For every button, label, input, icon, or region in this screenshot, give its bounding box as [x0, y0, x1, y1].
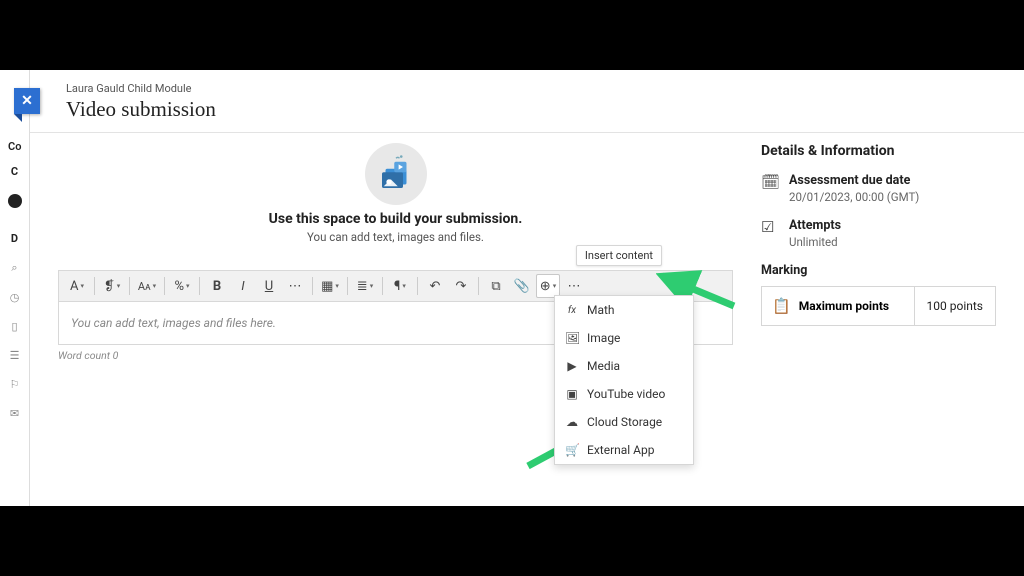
redo-button[interactable]: ↷ [449, 274, 473, 298]
hero-heading: Use this space to build your submission. [58, 211, 733, 227]
insert-content-menu: fx Math 🖼 Image ▶ Media ▣ YouTube video ☁ Clo… [554, 295, 694, 465]
attempts-value: Unlimited [789, 235, 841, 249]
youtube-icon: ▣ [565, 387, 579, 401]
font-button[interactable]: Aᴀ [135, 274, 159, 298]
toolbar-separator [199, 277, 200, 295]
text-style-button[interactable]: A [65, 274, 89, 298]
due-date-label: Assessment due date [789, 173, 919, 188]
menu-item-cloud[interactable]: ☁ Cloud Storage [555, 408, 693, 436]
avatar-dot [8, 194, 22, 208]
rich-text-editor: Insert content A ❡ Aᴀ % B I U ⋯ [58, 270, 733, 345]
table-button[interactable]: ▦ [318, 274, 342, 298]
toolbar-separator [312, 277, 313, 295]
bold-button[interactable]: B [205, 274, 229, 298]
italic-button[interactable]: I [231, 274, 255, 298]
menu-label: Media [587, 359, 620, 373]
paragraph-format-button[interactable]: ❡ [100, 274, 124, 298]
toolbar-separator [94, 277, 95, 295]
align-button[interactable]: ¶ [388, 274, 412, 298]
font-size-button[interactable]: % [170, 274, 194, 298]
app-shell: Co C D ⌕ ◷ ▯ ☰ ⚐ ✉ ✕ Laura Gauld Child M… [0, 70, 1024, 506]
details-sidebar: Details & Information 🗓 Assessment due d… [761, 143, 996, 362]
hero-illustration [58, 143, 733, 205]
menu-item-math[interactable]: fx Math [555, 296, 693, 324]
marking-box: 📋 Maximum points 100 points [761, 286, 996, 326]
letterbox-top [0, 0, 1024, 70]
due-date-row: 🗓 Assessment due date 20/01/2023, 00:00 … [761, 173, 996, 204]
bg-tab: Co [8, 140, 21, 153]
search-icon: ⌕ [0, 261, 29, 275]
menu-item-image[interactable]: 🖼 Image [555, 324, 693, 352]
breadcrumb: Laura Gauld Child Module [66, 82, 1024, 95]
bg-section: D [0, 232, 29, 245]
editor-placeholder: You can add text, images and files here. [71, 316, 276, 330]
panel-header: Laura Gauld Child Module Video submissio… [30, 70, 1024, 133]
due-date-value: 20/01/2023, 00:00 (GMT) [789, 190, 919, 204]
list-icon: ☰ [0, 349, 29, 362]
cart-icon: 🛒 [565, 443, 579, 457]
undo-button[interactable]: ↶ [423, 274, 447, 298]
hero-sub: You can add text, images and files. [58, 230, 733, 244]
toolbar-separator [478, 277, 479, 295]
image-icon: 🖼 [565, 331, 579, 345]
toolbar-separator [417, 277, 418, 295]
cloud-icon: ☁ [565, 415, 579, 429]
media-icon: ▶ [565, 359, 579, 373]
menu-label: Cloud Storage [587, 415, 662, 429]
menu-label: YouTube video [587, 387, 665, 401]
sidebar-title: Details & Information [761, 143, 996, 159]
hero-text: Use this space to build your submission.… [58, 211, 733, 244]
math-icon: fx [565, 305, 579, 316]
insert-content-tooltip: Insert content [576, 245, 662, 266]
attempts-row: ☑ Attempts Unlimited [761, 218, 996, 249]
link-button[interactable]: ⧉ [484, 274, 508, 298]
background-sidebar: Co C D ⌕ ◷ ▯ ☰ ⚐ ✉ [0, 70, 30, 506]
check-icon: ☑ [761, 218, 779, 249]
close-button[interactable]: ✕ [14, 88, 40, 114]
calendar-icon: 🗓 [761, 173, 779, 204]
menu-item-media[interactable]: ▶ Media [555, 352, 693, 380]
underline-button[interactable]: U [257, 274, 281, 298]
menu-label: Math [587, 303, 615, 317]
bg-initial: C [0, 165, 29, 178]
max-points-value: 100 points [914, 287, 995, 325]
menu-item-youtube[interactable]: ▣ YouTube video [555, 380, 693, 408]
toolbar-separator [382, 277, 383, 295]
menu-item-external-app[interactable]: 🛒 External App [555, 436, 693, 464]
letterbox-bottom [0, 506, 1024, 576]
more-format-button[interactable]: ⋯ [283, 274, 307, 298]
main-column: Use this space to build your submission.… [58, 143, 733, 362]
page-title: Video submission [66, 97, 1024, 122]
close-icon: ✕ [21, 93, 33, 109]
chat-icon: ✉ [0, 407, 29, 420]
menu-label: External App [587, 443, 654, 457]
file-icon: ▯ [0, 320, 29, 333]
list-button[interactable]: ≣ [353, 274, 377, 298]
media-stack-icon [375, 153, 417, 195]
attachment-button[interactable]: 📎 [510, 274, 534, 298]
max-points-label: Maximum points [799, 299, 889, 313]
rubric-icon: 📋 [772, 297, 791, 315]
marking-section-label: Marking [761, 263, 996, 278]
attempts-label: Attempts [789, 218, 841, 233]
modal-panel: ✕ Laura Gauld Child Module Video submiss… [30, 70, 1024, 506]
menu-label: Image [587, 331, 620, 345]
toolbar-separator [129, 277, 130, 295]
toolbar-separator [164, 277, 165, 295]
clock-icon: ◷ [0, 291, 29, 304]
people-icon: ⚐ [0, 378, 29, 391]
toolbar-separator [347, 277, 348, 295]
